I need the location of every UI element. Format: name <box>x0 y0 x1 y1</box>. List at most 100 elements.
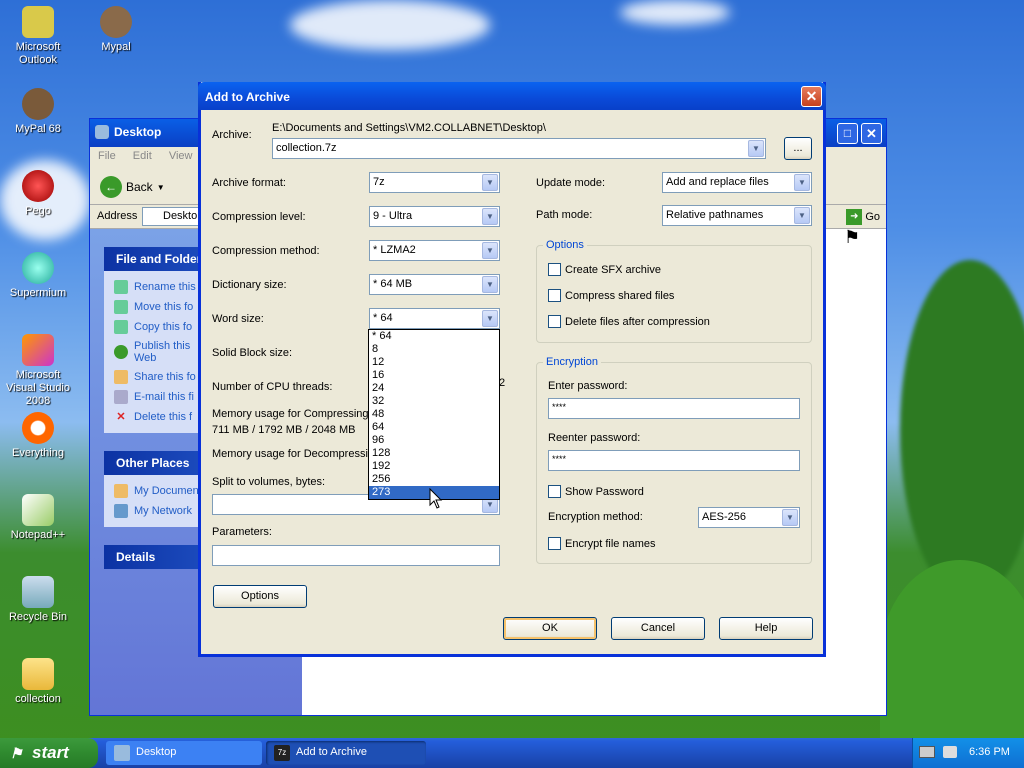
delete-after-checkbox[interactable]: Delete files after compression <box>548 315 710 328</box>
taskbar-button-desktop[interactable]: Desktop <box>106 741 262 765</box>
dictionary-size-select[interactable]: * 64 MB ▼ <box>369 274 500 295</box>
desktop-icon-label: Supermium <box>9 287 67 299</box>
network-icon <box>114 504 128 518</box>
create-sfx-checkbox[interactable]: Create SFX archive <box>548 263 661 276</box>
desktop-icon-everything[interactable]: Everything <box>0 412 76 460</box>
keyboard-icon[interactable] <box>919 746 935 758</box>
checkbox-unchecked-icon <box>548 537 561 550</box>
desktop-icon-label: Recycle Bin <box>8 611 68 623</box>
dropdown-option[interactable]: 48 <box>369 408 499 421</box>
reenter-password-input[interactable]: **** <box>548 450 800 471</box>
chevron-down-icon[interactable]: ▼ <box>794 174 810 191</box>
dialog-titlebar[interactable]: Add to Archive ✕ <box>198 82 826 110</box>
start-button[interactable]: ⚑ start <box>0 738 98 768</box>
dictionary-size-value: * 64 MB <box>373 278 413 290</box>
desktop-icon-recycle-bin[interactable]: Recycle Bin <box>0 576 76 624</box>
cloud <box>620 0 730 25</box>
chevron-down-icon[interactable]: ▼ <box>482 276 498 293</box>
desktop-icon-vs2008[interactable]: Microsoft Visual Studio 2008 <box>0 334 76 408</box>
chevron-down-icon[interactable]: ▼ <box>748 140 764 157</box>
archive-name-combo[interactable]: collection.7z ▼ <box>272 138 766 159</box>
desktop-icon-notepadpp[interactable]: Notepad++ <box>0 494 76 542</box>
dropdown-option[interactable]: 16 <box>369 369 499 382</box>
chevron-down-icon[interactable]: ▼ <box>782 509 798 526</box>
memory-compress-value: 711 MB / 1792 MB / 2048 MB <box>212 424 356 436</box>
desktop-icon-label: Pego <box>25 205 51 217</box>
notepadpp-icon <box>22 494 54 526</box>
chevron-down-icon[interactable]: ▼ <box>482 310 498 327</box>
chevron-down-icon[interactable]: ▼ <box>482 208 498 225</box>
dropdown-option[interactable]: 96 <box>369 434 499 447</box>
parameters-label: Parameters: <box>212 526 272 538</box>
dropdown-option[interactable]: 8 <box>369 343 499 356</box>
dropdown-option[interactable]: 64 <box>369 421 499 434</box>
checkbox-unchecked-icon <box>548 289 561 302</box>
globe-icon <box>114 345 128 359</box>
dropdown-option[interactable]: 32 <box>369 395 499 408</box>
maximize-icon[interactable]: □ <box>837 123 858 144</box>
desktop-icon-mypal[interactable]: Mypal <box>78 6 154 54</box>
word-size-select[interactable]: * 64 ▼ <box>369 308 500 329</box>
menu-view[interactable]: View <box>169 150 193 162</box>
encrypt-names-checkbox[interactable]: Encrypt file names <box>548 537 655 550</box>
folder-icon <box>22 658 54 690</box>
compression-level-select[interactable]: 9 - Ultra ▼ <box>369 206 500 227</box>
chevron-down-icon[interactable]: ▼ <box>794 207 810 224</box>
options-button[interactable]: Options <box>213 585 307 608</box>
chevron-down-icon[interactable]: ▼ <box>157 183 165 192</box>
dropdown-option[interactable]: 256 <box>369 473 499 486</box>
network-icon[interactable] <box>943 746 957 758</box>
browse-button[interactable]: ... <box>784 137 812 160</box>
chevron-down-icon[interactable]: ▼ <box>482 242 498 259</box>
taskbar-button-add-to-archive[interactable]: 7z Add to Archive <box>266 741 426 765</box>
start-label: start <box>32 743 69 762</box>
enter-password-label: Enter password: <box>548 380 628 392</box>
enter-password-input[interactable]: **** <box>548 398 800 419</box>
desktop-icon-collection[interactable]: collection <box>0 658 76 706</box>
compress-shared-checkbox[interactable]: Compress shared files <box>548 289 674 302</box>
show-password-checkbox[interactable]: Show Password <box>548 485 644 498</box>
pego-icon <box>22 170 54 202</box>
desktop-icon-label: Microsoft Outlook <box>15 41 61 66</box>
dropdown-option[interactable]: 24 <box>369 382 499 395</box>
menu-edit[interactable]: Edit <box>133 150 152 162</box>
desktop-icon-supermium[interactable]: Supermium <box>0 252 76 300</box>
recycle-bin-icon <box>22 576 54 608</box>
parameters-input[interactable] <box>212 545 500 566</box>
dropdown-option[interactable]: 128 <box>369 447 499 460</box>
encryption-method-select[interactable]: AES-256 ▼ <box>698 507 800 528</box>
update-mode-select[interactable]: Add and replace files ▼ <box>662 172 812 193</box>
dropdown-option[interactable]: 192 <box>369 460 499 473</box>
desktop-icon-mypal68[interactable]: MyPal 68 <box>0 88 76 136</box>
reenter-password-label: Reenter password: <box>548 432 641 444</box>
help-button[interactable]: Help <box>719 617 813 640</box>
address-input[interactable]: Deskto <box>142 207 202 226</box>
raccoon-icon <box>100 6 132 38</box>
dropdown-option[interactable]: 12 <box>369 356 499 369</box>
clock[interactable]: 6:36 PM <box>969 746 1010 758</box>
ok-button[interactable]: OK <box>503 617 597 640</box>
go-button[interactable]: ➜ Go <box>846 209 880 225</box>
explorer-window-icon <box>95 125 109 139</box>
compression-method-select[interactable]: * LZMA2 ▼ <box>369 240 500 261</box>
chevron-down-icon[interactable]: ▼ <box>482 174 498 191</box>
compression-method-label: Compression method: <box>212 245 320 257</box>
archive-format-select[interactable]: 7z ▼ <box>369 172 500 193</box>
desktop-icon-outlook[interactable]: Microsoft Outlook <box>0 6 76 67</box>
copy-icon <box>114 320 128 334</box>
menu-file[interactable]: File <box>98 150 116 162</box>
path-mode-label: Path mode: <box>536 209 593 221</box>
desktop-icon-pego[interactable]: Pego <box>0 170 76 218</box>
desktop-icon-label: collection <box>15 693 61 705</box>
cancel-button[interactable]: Cancel <box>611 617 705 640</box>
taskbar-button-label: Desktop <box>136 746 177 758</box>
path-mode-select[interactable]: Relative pathnames ▼ <box>662 205 812 226</box>
back-button[interactable]: ← Back ▼ <box>100 175 165 199</box>
dropdown-option[interactable]: * 64 <box>369 330 499 343</box>
checkbox-unchecked-icon <box>548 263 561 276</box>
close-icon[interactable]: ✕ <box>861 123 882 144</box>
close-icon[interactable]: ✕ <box>801 86 822 107</box>
split-volumes-label: Split to volumes, bytes: <box>212 476 326 488</box>
memory-decompress-label: Memory usage for Decompressing: <box>212 448 384 460</box>
compression-level-label: Compression level: <box>212 211 306 223</box>
